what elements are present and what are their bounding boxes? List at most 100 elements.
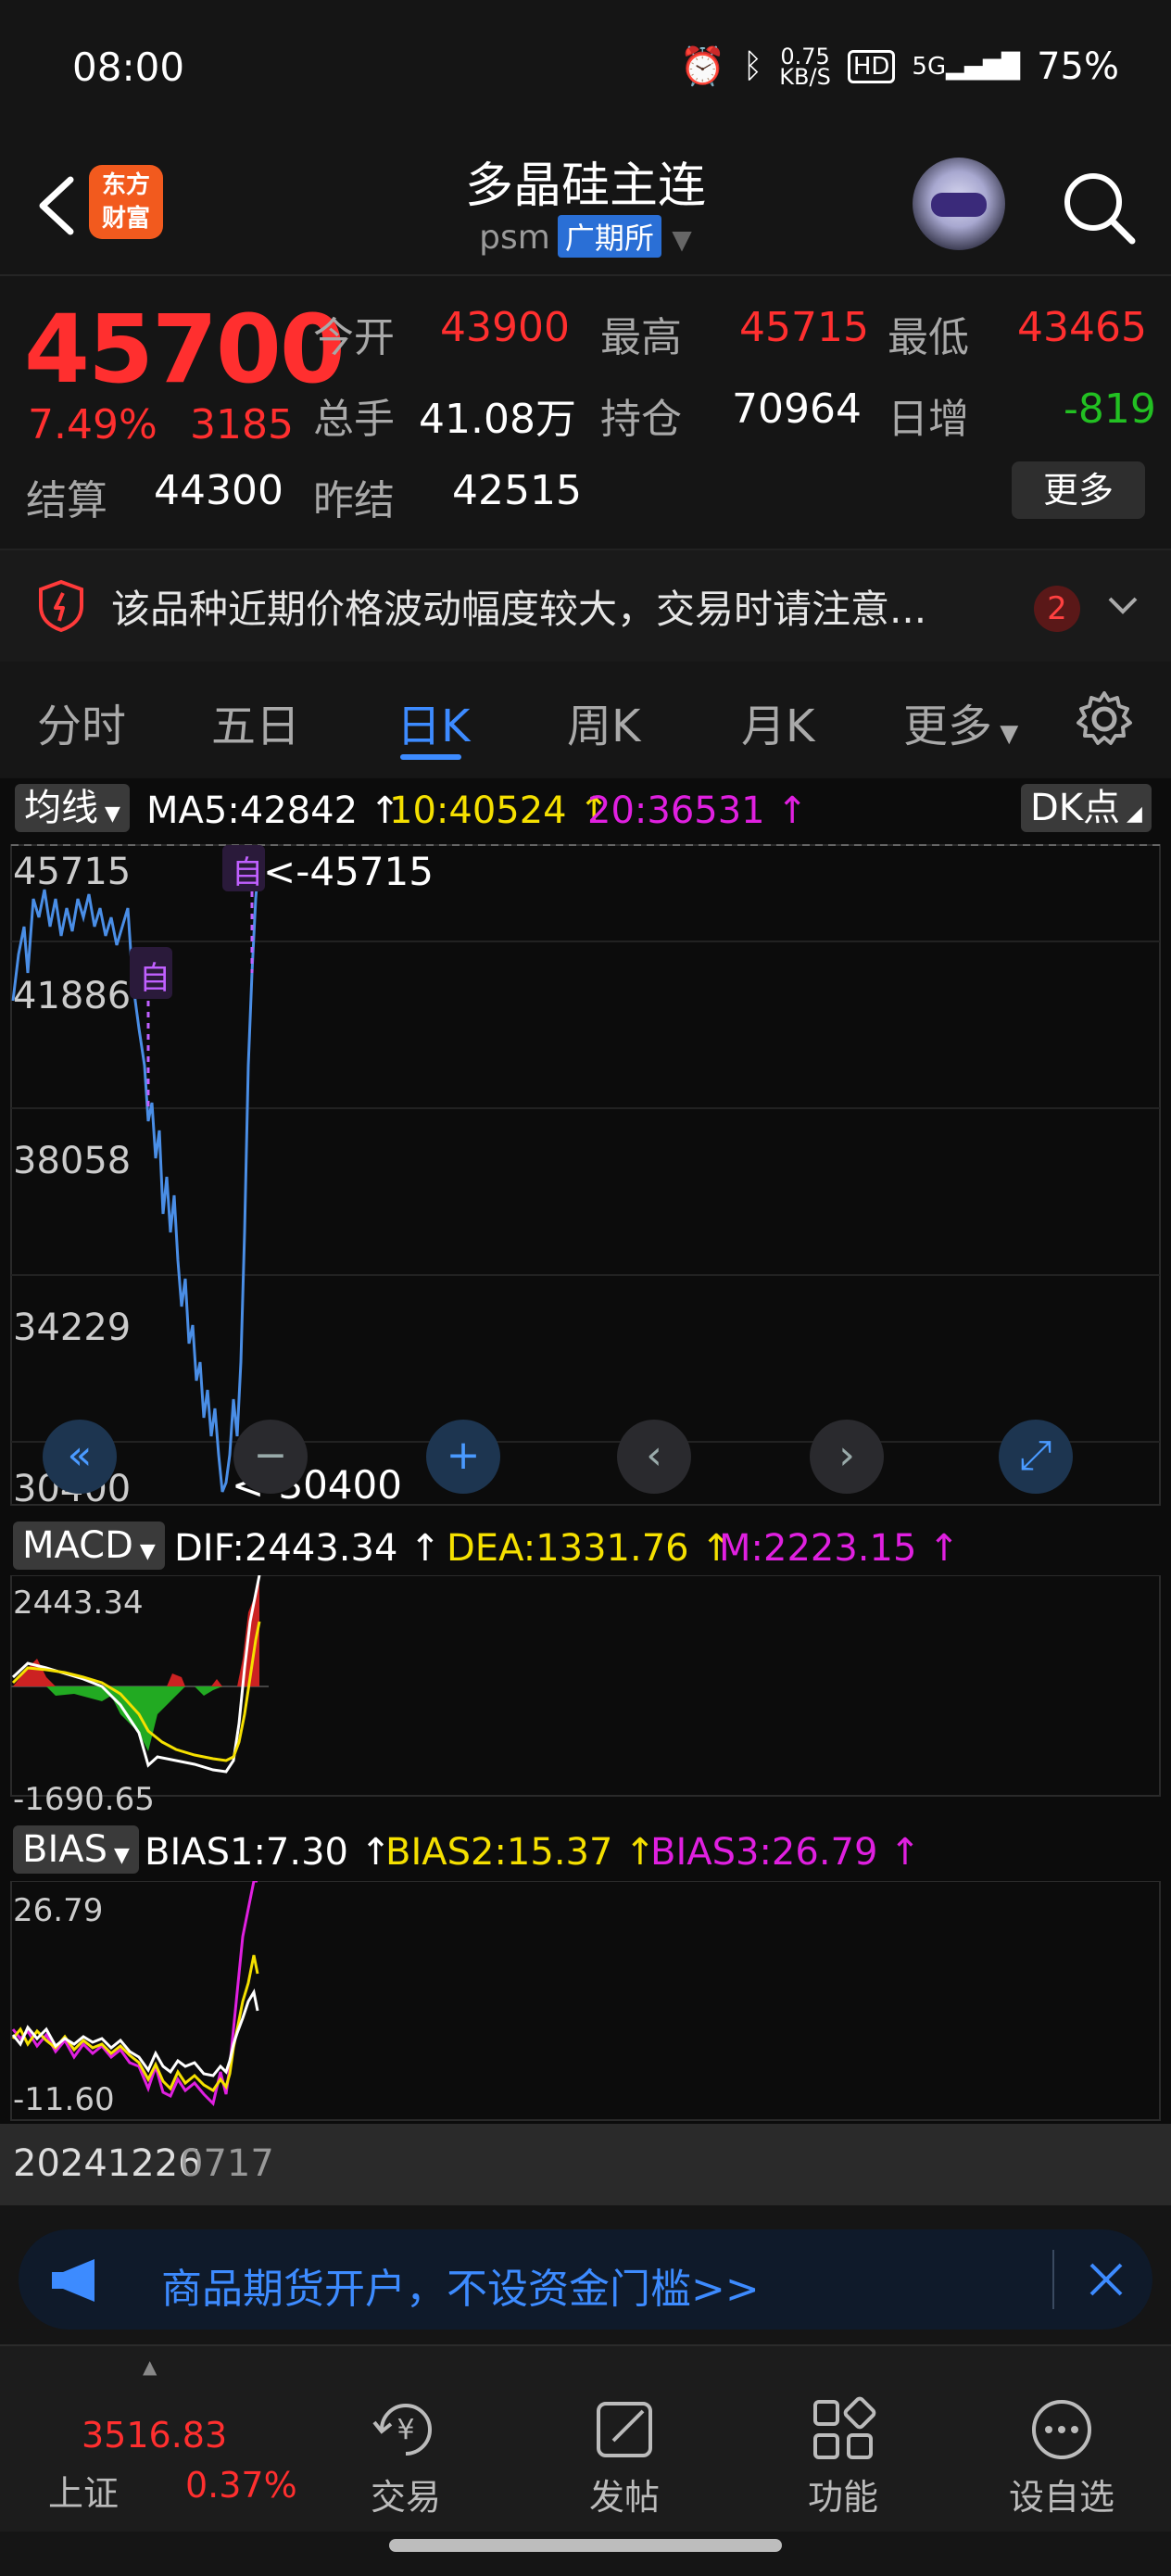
move-left-icon[interactable]: ‹ [617, 1420, 691, 1494]
bottom-navigation: ▲ 3516.83 上证 0.37% ¥ 交易 发帖 功能 设自选 [0, 2344, 1171, 2532]
indicator-selector-macd[interactable]: MACD ▼ [13, 1522, 165, 1570]
ma10-value: 10:40524 ↑ [389, 789, 610, 832]
move-right-icon[interactable]: › [810, 1420, 884, 1494]
macd-m-value: M:2223.15 ↑ [719, 1527, 960, 1570]
home-indicator[interactable] [389, 2539, 782, 2552]
indicator-selector-ma[interactable]: 均线 ▼ [15, 784, 130, 832]
macd-chart[interactable] [0, 1575, 1171, 1798]
dk-point-button[interactable]: DK点 ◢ [1021, 784, 1152, 832]
axis-label: 34229 [13, 1307, 132, 1349]
dropdown-icon: ▼ [672, 224, 692, 255]
nav-functions[interactable]: 功能 [769, 2469, 917, 2519]
change-percent: 7.49% [28, 401, 157, 448]
high-price-tag: <-45715 [263, 849, 434, 894]
macd-axis-top: 2443.34 [13, 1585, 144, 1622]
quote-panel: 45700 7.49% 3185 今开 43900 最高 45715 最低 43… [0, 276, 1171, 545]
prev-settle-label: 昨结 [313, 477, 395, 524]
low-value: 43465 [1017, 304, 1147, 351]
status-bar: 08:00 ⏰ ᛒ 0.75 KB/S HD 5G▂▄▆█ 75% [0, 0, 1171, 139]
kline-chart-area[interactable]: 均线 ▼ MA5:42842 ↑ 10:40524 ↑ 20:36531 ↑ D… [0, 778, 1171, 2205]
alarm-icon: ⏰ [679, 45, 726, 88]
settle-value: 44300 [154, 467, 283, 514]
nav-post[interactable]: 发帖 [550, 2469, 699, 2519]
daily-inc-value: -819 [1064, 385, 1156, 433]
index-name[interactable]: 上证 [48, 2465, 119, 2516]
nav-trade[interactable]: 交易 [332, 2469, 480, 2519]
date-start: 20241226 [13, 2142, 202, 2185]
tab-weekly-k[interactable]: 周K [567, 689, 640, 754]
bias-axis-top: 26.79 [13, 1892, 104, 1929]
watchlist-more-icon[interactable] [1026, 2394, 1097, 2465]
settle-label: 结算 [26, 477, 107, 524]
tab-five-day[interactable]: 五日 [211, 689, 300, 754]
hd-icon: HD [847, 49, 896, 83]
chevron-down-icon[interactable] [1104, 591, 1141, 619]
active-tab-underline [400, 754, 461, 760]
post-icon[interactable] [589, 2394, 660, 2465]
price-chart[interactable] [0, 843, 1171, 1510]
fullscreen-icon[interactable]: ⤢ [999, 1420, 1073, 1494]
zoom-out-icon[interactable]: − [233, 1420, 308, 1494]
oi-value: 70964 [732, 385, 862, 433]
net-speed: 0.75 KB/S [779, 43, 831, 90]
macd-dea-value: DEA:1331.76 ↑ [447, 1527, 732, 1570]
search-icon[interactable] [1056, 165, 1140, 248]
status-icons: ⏰ ᛒ 0.75 KB/S HD 5G▂▄▆█ 75% [679, 43, 1119, 90]
notice-text: 该品种近期价格波动幅度较大，交易时请注意... [111, 587, 927, 632]
tab-more[interactable]: 更多 ▼ [903, 689, 1018, 754]
self-marker: 自 [139, 960, 170, 997]
volume-value: 41.08万 [419, 396, 576, 443]
exchange-badge: 广期所 [557, 215, 661, 258]
bias-axis-bottom: -11.60 [13, 2081, 115, 2118]
tab-monthly-k[interactable]: 月K [741, 689, 814, 754]
open-value: 43900 [440, 304, 570, 351]
tab-intraday[interactable]: 分时 [37, 689, 126, 754]
tab-daily-k[interactable]: 日K [397, 689, 470, 754]
daily-inc-label: 日增 [888, 396, 969, 443]
bias1-value: BIAS1:7.30 ↑ [145, 1831, 392, 1874]
axis-label: 38058 [13, 1140, 132, 1182]
trade-icon[interactable]: ¥ [371, 2394, 441, 2465]
axis-label: 45715 [13, 851, 132, 893]
index-value[interactable]: 3516.83 [82, 2415, 227, 2456]
caret-up-icon: ▲ [143, 2355, 157, 2378]
period-tabs: 分时 五日 日K 周K 月K 更多 ▼ [0, 662, 1171, 777]
account-open-banner[interactable]: 商品期货开户，不设资金门槛>> [19, 2229, 1152, 2330]
more-button[interactable]: 更多 [1012, 461, 1145, 519]
gear-icon[interactable] [1075, 689, 1134, 749]
contract-code: psm [479, 219, 550, 257]
last-price: 45700 [24, 295, 346, 405]
volume-label: 总手 [313, 396, 395, 443]
open-label: 今开 [313, 314, 395, 361]
nav-watchlist[interactable]: 设自选 [988, 2469, 1136, 2519]
macd-axis-bottom: -1690.65 [13, 1781, 155, 1818]
ma20-value: 20:36531 ↑ [587, 789, 808, 832]
axis-label: 41886 [13, 975, 132, 1017]
notice-count-badge: 2 [1034, 586, 1080, 632]
oi-label: 持仓 [600, 396, 682, 443]
index-percent[interactable]: 0.37% [185, 2465, 297, 2506]
zoom-in-icon[interactable]: + [426, 1420, 500, 1494]
functions-icon[interactable] [808, 2394, 878, 2465]
prev-settle-value: 42515 [452, 467, 582, 514]
bias-chart[interactable] [0, 1881, 1171, 2122]
close-icon[interactable] [1086, 2259, 1127, 2300]
high-value: 45715 [739, 304, 869, 351]
shield-warning-icon [39, 579, 83, 633]
app-header: 东方 财富 多晶硅主连 psm 广期所 ▼ [0, 139, 1171, 276]
bluetooth-icon: ᛒ [742, 47, 763, 85]
risk-notice[interactable]: 该品种近期价格波动幅度较大，交易时请注意... 2 [0, 549, 1171, 663]
banner-divider [1052, 2250, 1054, 2309]
indicator-selector-bias[interactable]: BIAS ▼ [13, 1825, 139, 1874]
bias3-value: BIAS3:26.79 ↑ [650, 1831, 921, 1874]
date-end: 0717 [180, 2142, 274, 2185]
scroll-to-start-icon[interactable]: « [43, 1420, 117, 1494]
signal-icon: 5G▂▄▆█ [912, 52, 1021, 81]
robot-face [931, 193, 987, 217]
ma5-value: MA5:42842 ↑ [146, 789, 401, 832]
bias2-value: BIAS2:15.37 ↑ [385, 1831, 656, 1874]
low-label: 最低 [888, 314, 969, 361]
banner-text: 商品期货开户，不设资金门槛>> [161, 2266, 760, 2313]
high-label: 最高 [600, 314, 682, 361]
battery-level: 75% [1037, 44, 1119, 88]
